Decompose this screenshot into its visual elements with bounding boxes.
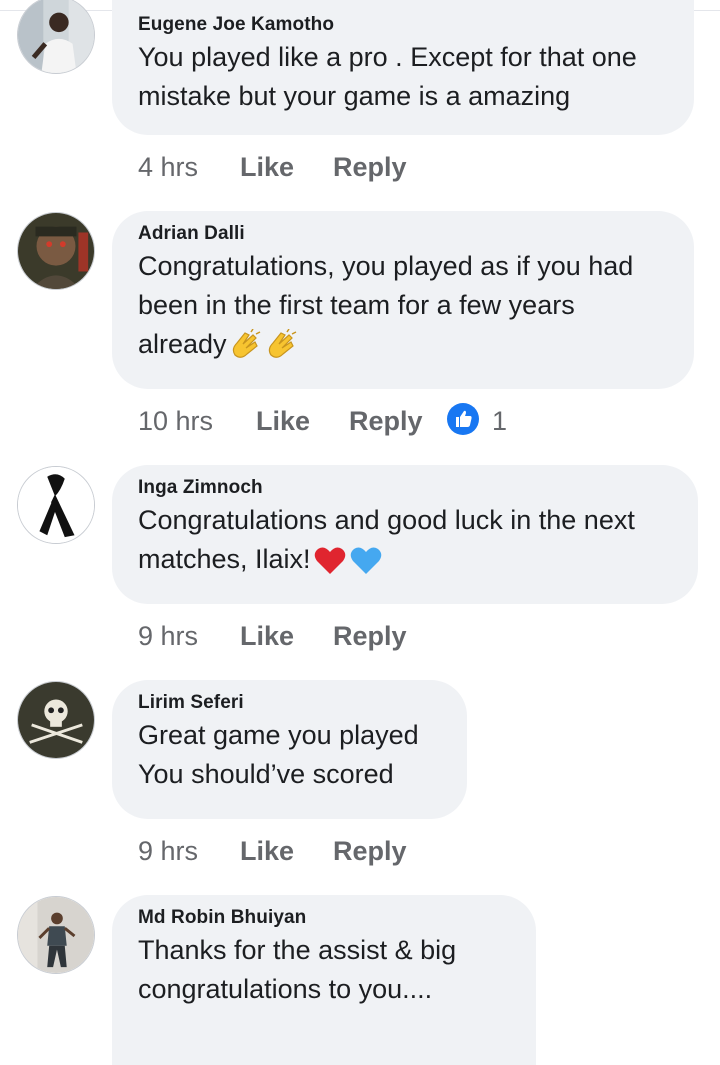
comment-bubble: Inga Zimnoch Congratulations and good lu… [112, 465, 698, 604]
avatar[interactable] [17, 0, 95, 74]
like-button[interactable]: Like [256, 403, 310, 439]
like-button[interactable]: Like [240, 618, 294, 654]
comment-bubble: Eugene Joe Kamotho You played like a pro… [112, 0, 694, 135]
comment-author[interactable]: Adrian Dalli [138, 223, 668, 245]
comment-text-wrap: Congratulations and good luck in the nex… [138, 501, 672, 579]
comment-time[interactable]: 9 hrs [138, 618, 198, 654]
comment-bubble: Adrian Dalli Congratulations, you played… [112, 211, 694, 389]
comment-time[interactable]: 10 hrs [138, 403, 213, 439]
comment-text: Thanks for the assist & big congratulati… [138, 935, 457, 1004]
avatar[interactable] [17, 681, 95, 759]
comment-text: You played like a pro . Except for that … [138, 42, 637, 111]
red-heart-emoji [313, 544, 347, 578]
comment-text: Congratulations, you played as if you ha… [138, 251, 634, 359]
comment-author[interactable]: Md Robin Bhuiyan [138, 907, 510, 929]
blue-heart-emoji [349, 544, 383, 578]
like-button[interactable]: Like [240, 149, 294, 185]
comment-text-wrap: Congratulations, you played as if you ha… [138, 247, 668, 364]
like-button[interactable]: Like [240, 833, 294, 869]
comment-author[interactable]: Inga Zimnoch [138, 477, 672, 499]
comment-time[interactable]: 9 hrs [138, 833, 198, 869]
thumbs-up-icon[interactable] [447, 403, 479, 435]
avatar[interactable] [17, 466, 95, 544]
comment-author[interactable]: Lirim Seferi [138, 692, 441, 714]
comment-time[interactable]: 4 hrs [138, 149, 198, 185]
comment-author[interactable]: Eugene Joe Kamotho [138, 14, 668, 36]
comment-bubble: Lirim Seferi Great game you played You s… [112, 680, 467, 819]
reply-button[interactable]: Reply [333, 149, 407, 185]
reply-button[interactable]: Reply [333, 833, 407, 869]
reply-button[interactable]: Reply [349, 403, 423, 439]
clapping-hands-emoji [229, 328, 263, 363]
avatar[interactable] [17, 896, 95, 974]
comment-text: Congratulations and good luck in the nex… [138, 505, 635, 574]
comment-actions: 10 hrs Like Reply 1 [138, 403, 558, 439]
comment-bubble: Md Robin Bhuiyan Thanks for the assist &… [112, 895, 536, 1065]
avatar[interactable] [17, 212, 95, 290]
reaction-count: 1 [492, 406, 508, 436]
comment-text: Great game you played You should’ve scor… [138, 720, 419, 789]
clapping-hands-emoji [265, 328, 299, 363]
reply-button[interactable]: Reply [333, 618, 407, 654]
